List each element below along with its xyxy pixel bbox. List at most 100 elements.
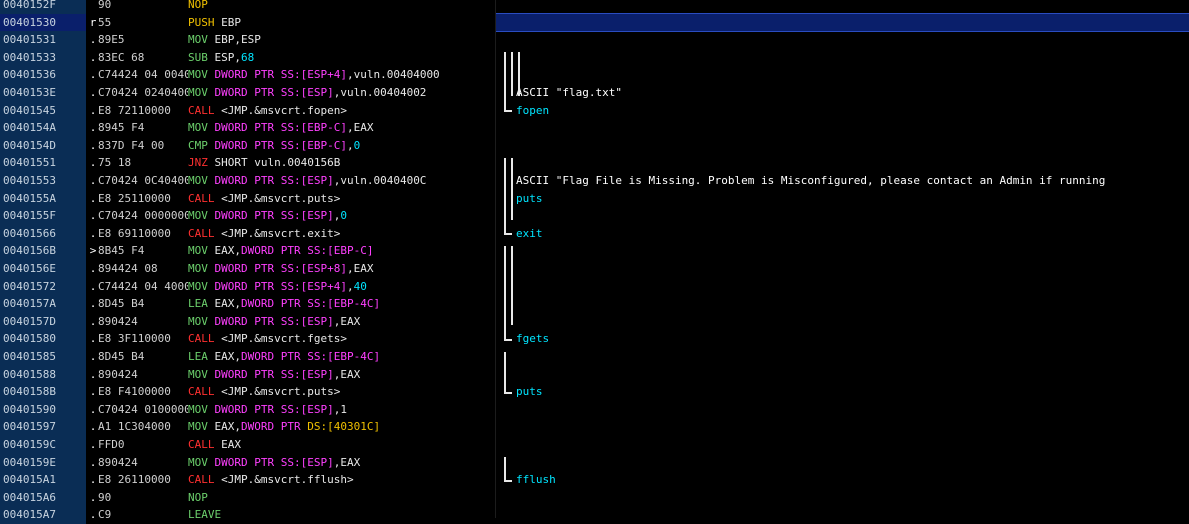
disasm-row[interactable]: 0040155F. C70424 0000000 MOV DWORD PTR SS:… [0, 207, 1189, 225]
hex-dump-cell: 90 [98, 0, 112, 11]
disasm-row[interactable]: 004015A6. 90 NOP [0, 488, 1189, 507]
disasm-row[interactable]: 00401536. C74424 04 0040 MOV DWORD PTR SS:… [0, 66, 1189, 84]
flow-marker: . [89, 438, 97, 451]
disasm-row[interactable]: 0040155A. E8 25110000 CALL <JMP.&msvcrt.pu… [0, 189, 1189, 208]
disasm-token: LEAVE [188, 508, 222, 522]
disasm-row[interactable]: 0040152F 90 NOP [0, 0, 1189, 14]
disasm-token: ,vuln.00404000 [346, 68, 440, 82]
disasm-row[interactable]: 0040156E. 894424 08 MOV DWORD PTR SS:[ESP+… [0, 260, 1189, 278]
flow-marker: . [89, 350, 97, 363]
disasm-token: CMP [188, 138, 215, 152]
hex-dump-cell: E8 69110000 [98, 226, 171, 240]
disasm-row[interactable]: 0040157A. 8D45 B4 LEA EAX,DWORD PTR SS:[EB… [0, 295, 1189, 313]
address-cell: 004015A1 [0, 471, 86, 489]
address-cell: 0040153E [0, 84, 86, 102]
disasm-row[interactable]: 00401572. C74424 04 4000 MOV DWORD PTR SS:… [0, 277, 1189, 296]
disasm-row[interactable]: 0040153E. C70424 0240400 MOV DWORD PTR SS:… [0, 84, 1189, 102]
comment-area [496, 154, 1189, 172]
address-cell: 0040155F [0, 207, 86, 225]
disasm-row[interactable]: 00401590. C70424 0100000 MOV DWORD PTR SS:… [0, 400, 1189, 419]
disasm-token: EBP,ESP [207, 33, 261, 47]
address-cell: 00401572 [0, 277, 86, 296]
disasm-token: EBP [214, 15, 241, 29]
disasm-token: SS:[ESP] [274, 174, 334, 187]
disasm-row[interactable]: 00401597. A1 1C304000 MOV EAX,DWORD PTR DS… [0, 418, 1189, 436]
hex-dump-cell: 89E5 [98, 33, 125, 47]
flow-marker: . [89, 314, 97, 328]
disasm-token: CALL [188, 332, 215, 346]
argument-bracket-line [518, 52, 520, 97]
disasm-token: <JMP.&msvcrt.fopen> [214, 103, 347, 117]
disasm-row[interactable]: 00401533. 83EC 68 SUB ESP,68 [0, 48, 1189, 67]
flow-marker: . [89, 50, 97, 64]
disasm-row[interactable]: 00401588. 890424 MOV DWORD PTR SS:[ESP],EA… [0, 365, 1189, 384]
hex-dump-cell: 83EC 68 [98, 50, 145, 64]
comment-area [496, 49, 1189, 67]
disasm-token: LEA [188, 297, 208, 311]
address-cell: 00401530 [0, 13, 86, 32]
disasm-row[interactable]: 00401551. 75 18 JNZ SHORT vuln.0040156B [0, 154, 1189, 172]
disasm-token: DWORD PTR [214, 262, 275, 275]
disasm-row[interactable]: 0040156B >8B45 F4 MOV EAX,DWORD PTR SS:[EB… [0, 242, 1189, 260]
disasm-token: CALL [188, 385, 215, 399]
flow-marker: > [89, 244, 97, 258]
disasm-row[interactable]: 00401553. C70424 0C40400 MOV DWORD PTR SS:… [0, 172, 1189, 190]
disassembly-cell: MOV DWORD PTR SS:[ESP],0 [188, 207, 496, 225]
disasm-row[interactable]: 0040159C. FFD0 CALL EAX [0, 436, 1189, 454]
flow-marker: . [89, 156, 97, 170]
hex-dump-cell: C70424 0100000 [98, 402, 188, 416]
api-call-comment: puts [516, 191, 543, 205]
hex-dump-cell: 75 18 [98, 156, 132, 170]
address-cell: 00401545 [0, 101, 86, 120]
comment-area [496, 471, 1189, 489]
disasm-row[interactable]: 004015A1. E8 26110000 CALL <JMP.&msvcrt.ff… [0, 471, 1189, 489]
flow-marker: . [89, 262, 97, 275]
address-cell: 0040157A [0, 295, 86, 313]
disasm-row[interactable]: 00401580. E8 3F110000 CALL <JMP.&msvcrt.fg… [0, 330, 1189, 348]
disasm-row[interactable]: 00401530 r 55 PUSH EBP [0, 12, 1189, 33]
disasm-row[interactable]: 0040157D. 890424 MOV DWORD PTR SS:[ESP],EA… [0, 312, 1189, 331]
disasm-row[interactable]: 00401566. E8 69110000 CALL <JMP.&msvcrt.ex… [0, 224, 1189, 243]
disassembly-cell: MOV DWORD PTR SS:[ESP+4],40 [188, 278, 496, 296]
disasm-token: <JMP.&msvcrt.exit> [214, 226, 341, 240]
disasm-token: CALL [188, 103, 215, 117]
disassembly-pane[interactable]: 0040152F 90 NOP 00401530 r 55 PUSH EBP 00401531… [0, 0, 1189, 524]
disasm-token: ,vuln.0040400C [333, 174, 427, 187]
comment-area [496, 436, 1189, 454]
flow-marker: . [89, 68, 97, 82]
argument-bracket-tick [504, 391, 512, 394]
address-cell: 00401531 [0, 31, 86, 49]
disasm-row[interactable]: 0040154D. 837D F4 00 CMP DWORD PTR SS:[EBP… [0, 136, 1189, 155]
hex-dump-cell: 8B45 F4 [98, 244, 145, 258]
hex-dump-cell: 8D45 B4 [98, 297, 145, 311]
disasm-token: DWORD PTR [214, 209, 275, 223]
disasm-row[interactable]: 004015A7. C9 LEAVE [0, 506, 1189, 524]
comment-area [496, 31, 1189, 49]
comment-area [496, 137, 1189, 155]
disasm-token: DWORD PTR [214, 279, 275, 293]
hex-dump-cell: C70424 0C40400 [98, 174, 188, 187]
flow-marker: . [89, 297, 97, 311]
disasm-token: 68 [241, 50, 255, 64]
disasm-token: SS:[ESP] [274, 402, 334, 416]
disasm-row[interactable]: 00401545. E8 72110000 CALL <JMP.&msvcrt.fo… [0, 101, 1189, 120]
disasm-token: CALL [188, 226, 215, 240]
disasm-token: MOV [188, 244, 208, 258]
disasm-token: , [346, 138, 354, 152]
disasm-row[interactable]: 0040159E. 890424 MOV DWORD PTR SS:[ESP],EA… [0, 453, 1189, 472]
flow-marker: . [89, 473, 97, 487]
disasm-token: ESP, [207, 50, 241, 64]
disasm-row[interactable]: 0040154A. 8945 F4 MOV DWORD PTR SS:[EBP-C]… [0, 119, 1189, 137]
disasm-token: MOV [188, 279, 215, 293]
hex-dump-cell: 837D F4 00 [98, 138, 165, 152]
disasm-row[interactable]: 0040158B. E8 F4100000 CALL <JMP.&msvcrt.pu… [0, 383, 1189, 401]
comment-area [496, 418, 1189, 436]
disasm-token: SS:[EBP-C] [274, 138, 347, 152]
disasm-token: MOV [188, 262, 215, 275]
flow-marker: . [89, 86, 97, 99]
disasm-row[interactable]: 00401531. 89E5 MOV EBP,ESP [0, 31, 1189, 49]
disasm-token: 40 [353, 279, 367, 293]
hex-dump-cell: C74424 04 0040 [98, 68, 188, 82]
disasm-row[interactable]: 00401585. 8D45 B4 LEA EAX,DWORD PTR SS:[EB… [0, 348, 1189, 366]
disasm-token: , [346, 279, 354, 293]
